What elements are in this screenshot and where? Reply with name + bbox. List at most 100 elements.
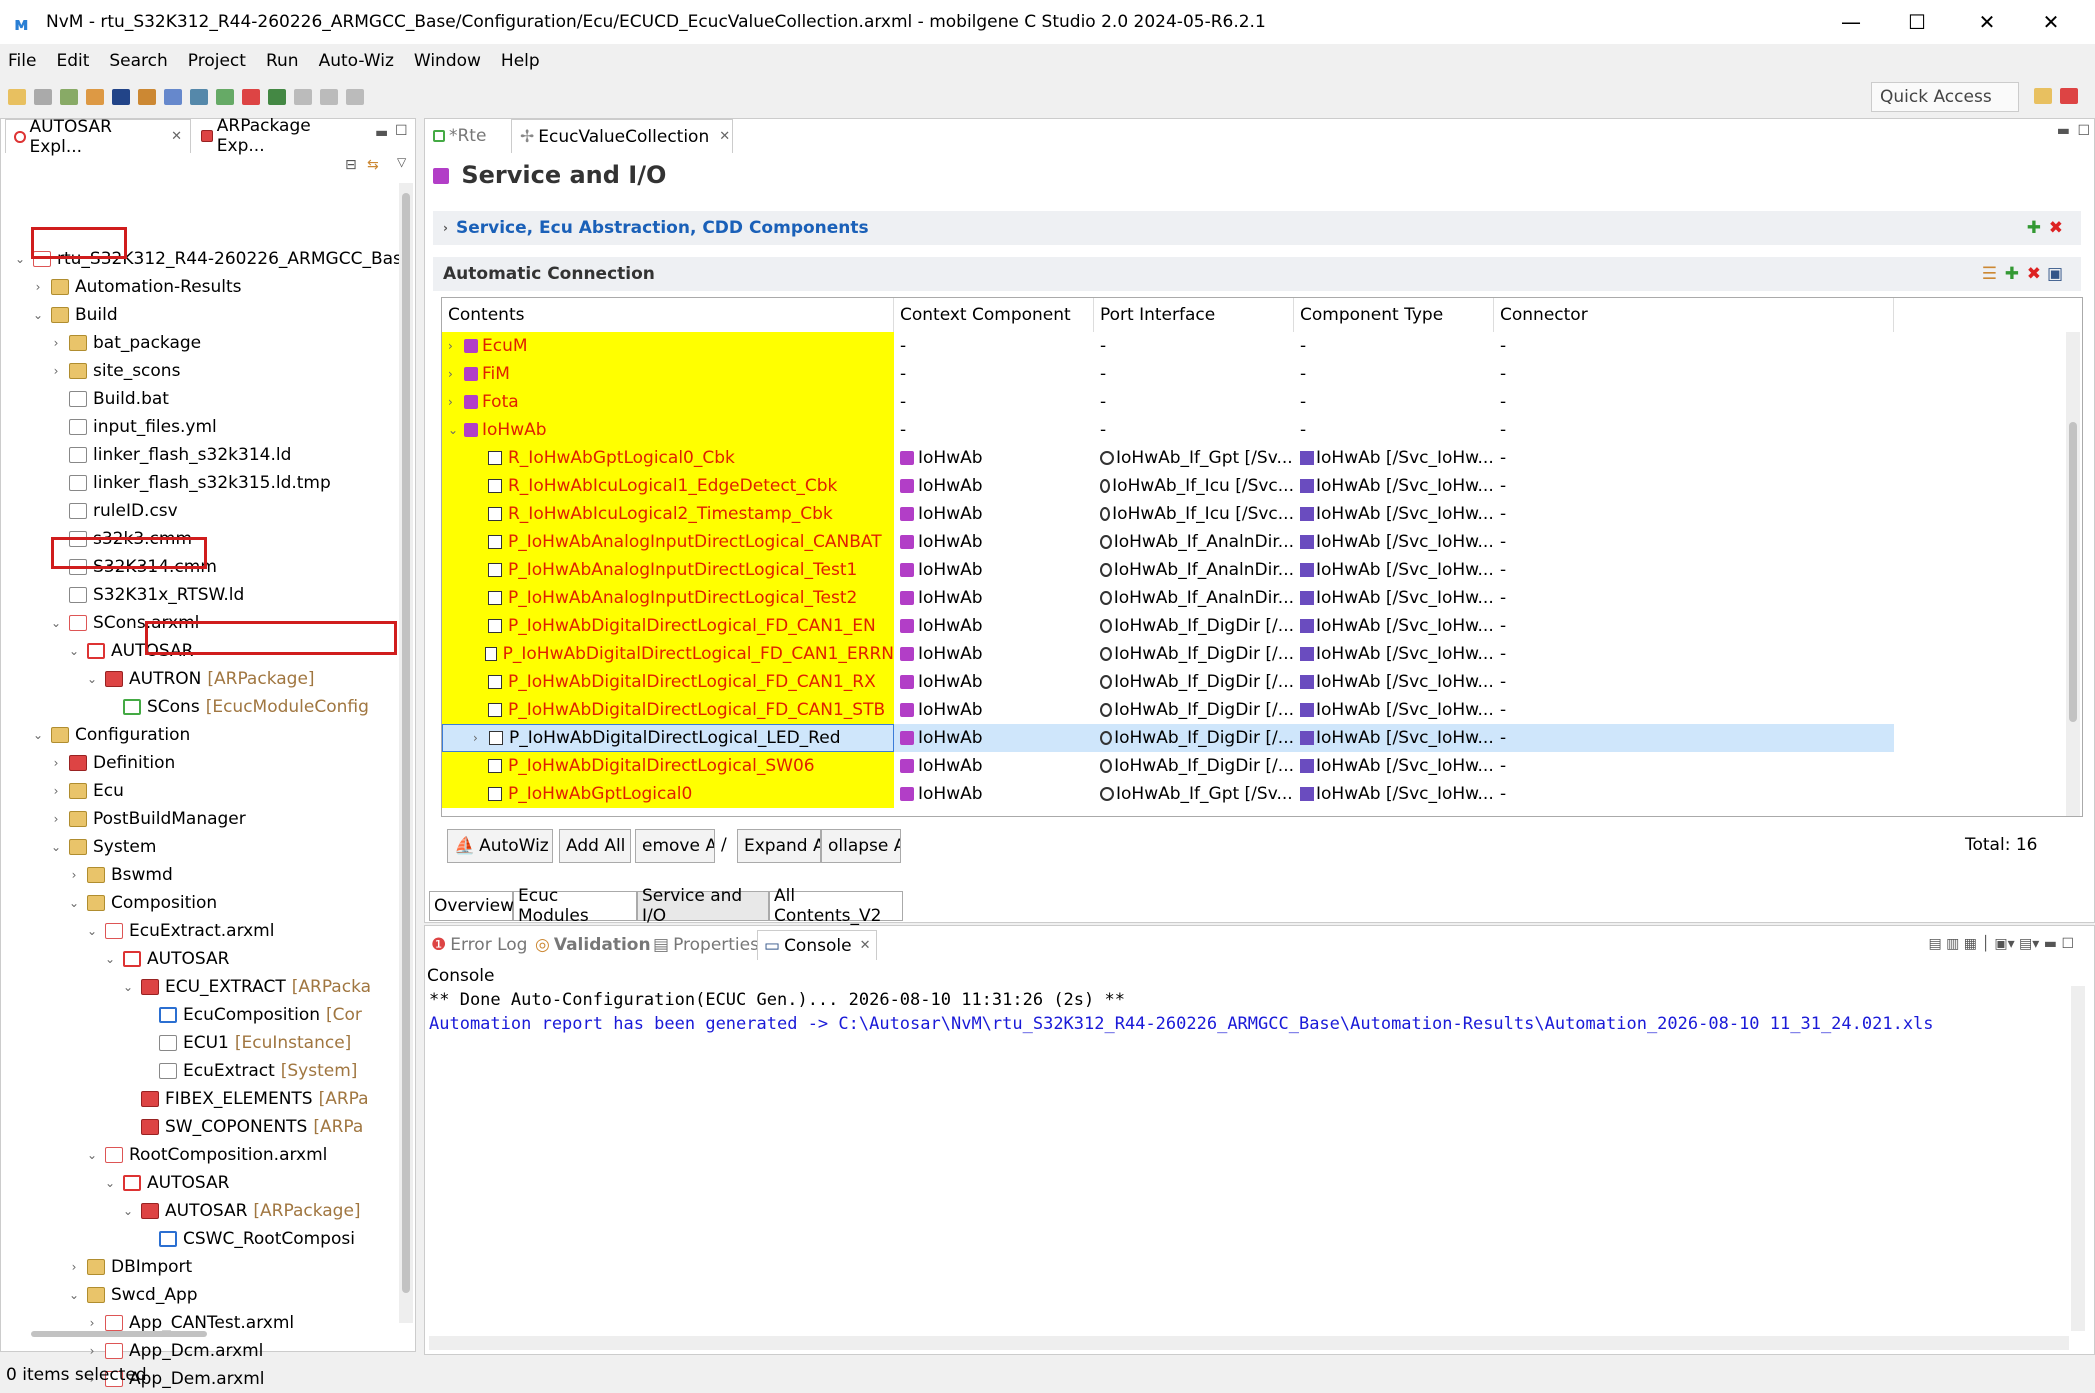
chevron-right-icon[interactable]: › — [47, 364, 65, 378]
menu-edit[interactable]: Edit — [56, 51, 89, 71]
tab-ecucvaluecollection[interactable]: ✢ EcucValueCollection ✕ — [511, 119, 733, 153]
autosar-perspective-icon[interactable] — [2060, 88, 2078, 104]
tree-item[interactable]: ⌄ AUTOSAR — [101, 1169, 235, 1197]
close-button[interactable]: ✕ — [1956, 0, 2018, 44]
tree-item[interactable]: SCons [EcucModuleConfig — [101, 693, 369, 721]
autowiz-button[interactable]: ⛵ AutoWiz — [447, 829, 553, 863]
tree-item[interactable]: › site_scons — [47, 357, 186, 385]
tree-item[interactable]: S32K31x_RTSW.ld — [47, 581, 250, 609]
col-context-component[interactable]: Context Component — [894, 298, 1094, 332]
tree-item[interactable]: › PostBuildManager — [47, 805, 252, 833]
chevron-right-icon[interactable]: › — [448, 395, 464, 409]
tab-ecuc-modules[interactable]: Ecuc Modules — [513, 886, 637, 926]
chevron-right-icon[interactable]: › — [448, 367, 464, 381]
nav-icon[interactable] — [294, 89, 312, 105]
chevron-down-icon[interactable]: ⌄ — [29, 728, 47, 742]
col-component-type[interactable]: Component Type — [1294, 298, 1494, 332]
expand-all-button[interactable]: Expand Al — [737, 829, 821, 863]
tree-item[interactable]: ⌄ Swcd_App — [65, 1281, 204, 1309]
auto-icon[interactable]: ☰ — [1982, 264, 1997, 284]
tab-all-contents[interactable]: All Contents_V2 — [769, 886, 903, 926]
chevron-down-icon[interactable]: ⌄ — [101, 1176, 119, 1190]
table-row[interactable]: › Fota - - - - — [442, 388, 2082, 416]
table-row[interactable]: › FiM - - - - — [442, 360, 2082, 388]
close-icon[interactable]: ✕ — [171, 129, 182, 144]
chevron-down-icon[interactable]: ⌄ — [101, 952, 119, 966]
menu-run[interactable]: Run — [266, 51, 299, 71]
tree-item[interactable]: ⌄ AUTRON [ARPackage] — [83, 665, 315, 693]
link-icon[interactable] — [268, 89, 286, 105]
chevron-right-icon[interactable]: › — [83, 1316, 101, 1330]
close-icon[interactable]: ✕ — [719, 129, 730, 144]
chevron-down-icon[interactable]: ⌄ — [11, 252, 29, 266]
close-window-button[interactable]: ✕ — [2020, 0, 2082, 44]
tree-item[interactable]: EcuComposition [Cor — [137, 1001, 362, 1029]
chart-icon[interactable] — [164, 89, 182, 105]
table-row[interactable]: ⌄ IoHwAb - - - - — [442, 416, 2082, 444]
table-row[interactable]: P_IoHwAbDigitalDirectLogical_SW06 IoHwAb I… — [442, 752, 2082, 780]
table-row[interactable]: R_IoHwAbIcuLogical1_EdgeDetect_Cbk IoHwAb… — [442, 472, 2082, 500]
collapse-all-button[interactable]: ollapse A — [821, 829, 901, 863]
col-port-interface[interactable]: Port Interface — [1094, 298, 1294, 332]
tree-item[interactable]: CSWC_RootComposi — [137, 1225, 361, 1253]
link-editor-icon[interactable]: ⇆ — [367, 157, 379, 173]
chevron-right-icon[interactable]: › — [473, 731, 489, 745]
tree-item[interactable]: Build.bat — [47, 385, 175, 413]
wizard-icon[interactable] — [86, 89, 104, 105]
table-row[interactable]: P_IoHwAbDigitalDirectLogical_FD_CAN1_EN I… — [442, 612, 2082, 640]
layout-icon[interactable] — [190, 89, 208, 105]
menu-help[interactable]: Help — [501, 51, 540, 71]
build-icon[interactable] — [60, 89, 78, 105]
col-connector[interactable]: Connector — [1494, 298, 1894, 332]
view-icon[interactable] — [216, 89, 234, 105]
generate-icon[interactable] — [138, 89, 156, 105]
tree-hscrollbar[interactable] — [31, 1331, 207, 1337]
save-icon[interactable] — [34, 89, 52, 105]
tab-properties[interactable]: ▤ Properties — [647, 930, 765, 960]
tree-item[interactable]: linker_flash_s32k314.ld — [47, 441, 297, 469]
section-service-components[interactable]: › Service, Ecu Abstraction, CDD Componen… — [433, 211, 2081, 245]
delete-icon[interactable]: ✖ — [2049, 218, 2063, 238]
console-toolbar[interactable]: ▤ ▥ ▦ │ ▣▾ ▤▾ ▬ ☐ — [1928, 936, 2074, 952]
tree-item[interactable]: › DBImport — [65, 1253, 198, 1281]
edit-icon[interactable]: ▣ — [2047, 264, 2063, 284]
table-row[interactable]: P_IoHwAbGptLogical0 IoHwAb IoHwAb_If_Gpt [… — [442, 780, 2082, 808]
tree-item[interactable]: ⌄ EcuExtract.arxml — [83, 917, 280, 945]
table-row[interactable]: › EcuM - - - - — [442, 332, 2082, 360]
table-scrollbar[interactable] — [2066, 332, 2080, 816]
tree-item[interactable]: FIBEX_ELEMENTS [ARPa — [119, 1085, 369, 1113]
minimize-icon[interactable]: ▬ — [375, 125, 388, 141]
chevron-down-icon[interactable]: ⌄ — [83, 924, 101, 938]
minimize-button[interactable]: — — [1820, 0, 1882, 44]
tab-validation[interactable]: ◎ Validation — [529, 930, 657, 960]
tree-item[interactable]: ⌄ Build — [29, 301, 124, 329]
tree-item[interactable]: ⌄ RootComposition.arxml — [83, 1141, 333, 1169]
close-icon[interactable]: ✕ — [860, 938, 871, 953]
console-scrollbar[interactable] — [2071, 986, 2085, 1331]
add-icon[interactable]: ✚ — [2027, 218, 2041, 238]
tab-rte[interactable]: *Rte — [425, 119, 511, 153]
maximize-icon[interactable]: ☐ — [395, 123, 408, 139]
chevron-down-icon[interactable]: ⌄ — [65, 1288, 83, 1302]
table-row[interactable]: P_IoHwAbAnalogInputDirectLogical_Test1 Io… — [442, 556, 2082, 584]
chevron-down-icon[interactable]: ⌄ — [65, 896, 83, 910]
tree-item[interactable]: ⌄ Configuration — [29, 721, 196, 749]
chevron-down-icon[interactable]: ⌄ — [83, 1148, 101, 1162]
menu-search[interactable]: Search — [109, 51, 167, 71]
tab-overview[interactable]: Overview — [429, 891, 514, 921]
chevron-right-icon[interactable]: › — [29, 280, 47, 294]
maximize-icon[interactable]: ☐ — [2077, 123, 2090, 139]
menu-project[interactable]: Project — [188, 51, 246, 71]
tree-item[interactable]: ⌄ ECU_EXTRACT [ARPacka — [119, 973, 371, 1001]
tab-console[interactable]: ▭ Console ✕ — [757, 930, 878, 960]
maximize-button[interactable]: ☐ — [1886, 0, 1948, 44]
add-icon[interactable]: ✚ — [2005, 264, 2019, 284]
chevron-right-icon[interactable]: › — [83, 1344, 101, 1358]
chevron-right-icon[interactable]: › — [47, 336, 65, 350]
quick-access-input[interactable]: Quick Access — [1871, 82, 2019, 112]
tab-error-log[interactable]: ❶ Error Log — [425, 930, 533, 960]
tree-item[interactable]: ⌄ Composition — [65, 889, 223, 917]
chevron-down-icon[interactable]: ⌄ — [47, 616, 65, 630]
tree-scrollbar[interactable] — [399, 183, 413, 1323]
tree-item[interactable]: linker_flash_s32k315.ld.tmp — [47, 469, 337, 497]
